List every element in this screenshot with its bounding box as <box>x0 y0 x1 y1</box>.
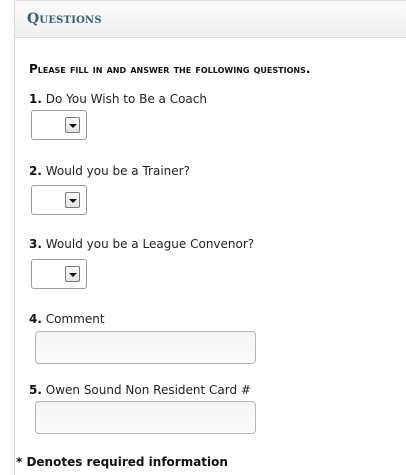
comment-field[interactable] <box>35 331 256 364</box>
non-resident-card-field[interactable] <box>35 401 256 434</box>
question-3-text: Would you be a League Convenor? <box>45 237 255 251</box>
question-4-text: Comment <box>45 312 105 326</box>
question-5-number: 5. <box>29 383 42 397</box>
panel-header: Questions <box>15 0 406 38</box>
questions-panel: Questions Please fill in and answer the … <box>14 0 406 475</box>
question-3-number: 3. <box>29 237 42 251</box>
trainer-select[interactable] <box>31 185 87 215</box>
question-1-label: 1. Do You Wish to Be a Coach <box>29 92 207 106</box>
question-4-number: 4. <box>29 312 42 326</box>
question-2-number: 2. <box>29 164 42 178</box>
coach-select[interactable] <box>31 110 87 140</box>
question-2-label: 2. Would you be a Trainer? <box>29 164 190 178</box>
required-note: * Denotes required information <box>16 455 228 469</box>
question-1-number: 1. <box>29 92 42 106</box>
convenor-select[interactable] <box>31 259 87 289</box>
instructions-text: Please fill in and answer the following … <box>29 62 311 76</box>
chevron-down-icon[interactable] <box>65 117 80 133</box>
question-5-text: Owen Sound Non Resident Card # <box>45 383 251 397</box>
question-1-text: Do You Wish to Be a Coach <box>45 92 207 106</box>
question-4-label: 4. Comment <box>29 312 105 326</box>
question-5-label: 5. Owen Sound Non Resident Card # <box>29 383 251 397</box>
chevron-down-icon[interactable] <box>65 192 80 208</box>
chevron-down-icon[interactable] <box>65 266 80 282</box>
question-2-text: Would you be a Trainer? <box>45 164 190 178</box>
question-3-label: 3. Would you be a League Convenor? <box>29 237 254 251</box>
panel-title: Questions <box>27 11 102 27</box>
